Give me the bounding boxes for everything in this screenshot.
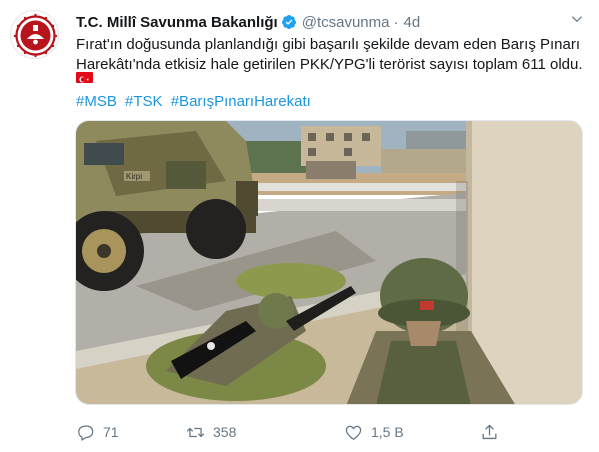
- tweet-actions: 71 358 1,5 B: [76, 422, 536, 442]
- hashtag-link[interactable]: #MSB: [76, 93, 117, 110]
- reply-count: 71: [103, 424, 119, 440]
- retweet-icon: [186, 427, 205, 437]
- share-button[interactable]: [480, 422, 499, 442]
- heart-icon: [345, 425, 362, 440]
- reply-button[interactable]: 71: [76, 422, 119, 442]
- reply-icon: [78, 425, 94, 441]
- tweet-text: Fırat'ın doğusunda planlandığı gibi başa…: [76, 35, 586, 75]
- msb-emblem-icon: [13, 13, 58, 58]
- chevron-down-icon[interactable]: [570, 12, 584, 26]
- photo-scene: Kirpi: [76, 121, 582, 404]
- tweet-card[interactable]: T.C. Millî Savunma Bakanlığı @tcsavunma …: [0, 0, 599, 452]
- tweet-photo[interactable]: Kirpi: [75, 120, 583, 405]
- account-handle[interactable]: @tcsavunma: [302, 14, 390, 31]
- separator-dot: ·: [393, 13, 399, 31]
- avatar[interactable]: [10, 10, 59, 59]
- tweet-text-line: Harekâtı'nda etkisiz hale getirilen PKK/…: [76, 56, 583, 73]
- hashtag-list: #MSB #TSK #BarışPınarıHarekatı: [76, 92, 315, 112]
- tweet-header: T.C. Millî Savunma Bakanlığı @tcsavunma …: [76, 12, 420, 32]
- like-count: 1,5 B: [371, 424, 404, 440]
- turkey-flag-icon: [76, 72, 93, 83]
- like-button[interactable]: 1,5 B: [344, 422, 404, 442]
- hashtag-link[interactable]: #BarışPınarıHarekatı: [171, 93, 311, 110]
- retweet-button[interactable]: 358: [186, 422, 236, 442]
- share-icon: [482, 424, 497, 439]
- tweet-timestamp[interactable]: 4d: [403, 14, 420, 31]
- account-name[interactable]: T.C. Millî Savunma Bakanlığı: [76, 14, 278, 31]
- vehicle-marking: Kirpi: [126, 172, 142, 181]
- hashtag-link[interactable]: #TSK: [125, 93, 163, 110]
- retweet-count: 358: [213, 424, 237, 440]
- tweet-text-line: Fırat'ın doğusunda planlandığı gibi başa…: [76, 36, 581, 53]
- verified-badge-icon: [281, 15, 296, 30]
